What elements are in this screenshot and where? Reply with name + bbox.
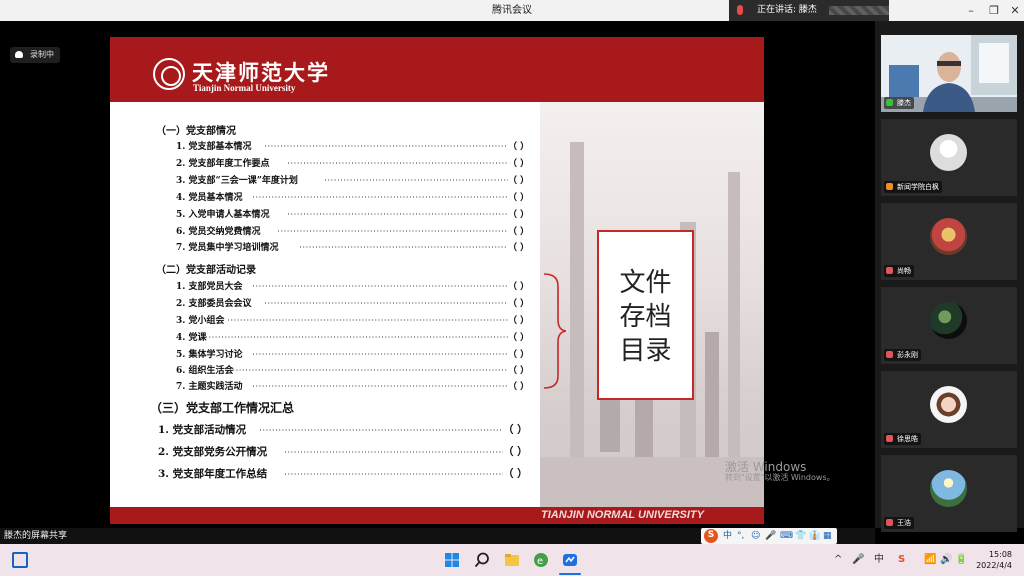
box-line: 文件: [619, 268, 672, 298]
participant-avatar: [930, 218, 967, 255]
clock-date: 2022/4/4: [976, 561, 1012, 570]
ime-toolbar[interactable]: S 中 °, ☺ 🎤 ⌨ 👕 👔 ▦: [701, 528, 837, 544]
page-parenthesis: （ ）: [508, 210, 530, 220]
mic-muted-icon: [886, 519, 893, 526]
participant-tile[interactable]: 彭永刚: [881, 287, 1017, 364]
participant-panel: 滕杰 新闻学院白枫 尚畅 彭永刚 徐思皓 王浩: [875, 21, 1024, 532]
start-icon[interactable]: [444, 552, 460, 568]
participant-avatar: [930, 134, 967, 171]
cloud-record-icon: [15, 51, 23, 58]
activation-watermark-text: 转到"设置"以激活 Windows。: [725, 473, 835, 482]
browser-icon[interactable]: e: [533, 552, 549, 568]
page-parenthesis: （ ）: [508, 243, 530, 253]
box-line: 存档: [619, 302, 672, 332]
mic-muted-icon: [886, 351, 893, 358]
curly-brace: [543, 273, 566, 389]
tray-sogou-icon[interactable]: S: [898, 554, 905, 566]
page-parenthesis: （ ）: [508, 299, 530, 309]
host-icon: [886, 183, 893, 190]
ime-punctuation-icon[interactable]: °,: [737, 530, 744, 542]
participant-tile[interactable]: 尚畅: [881, 203, 1017, 280]
archive-label-box: 文件 存档 目录: [597, 230, 694, 400]
page-parenthesis: （ ）: [503, 468, 528, 480]
participant-name: 彭永刚: [884, 349, 921, 361]
search-icon[interactable]: [474, 552, 490, 568]
participant-name: 徐思皓: [884, 433, 921, 445]
recording-label: 录制中: [30, 50, 54, 59]
tray-mic-icon[interactable]: 🎤: [852, 554, 864, 566]
svg-text:e: e: [537, 556, 543, 567]
page-parenthesis: （ ）: [508, 227, 530, 237]
page-parenthesis: （ ）: [503, 446, 528, 458]
sogou-logo-icon[interactable]: S: [704, 529, 718, 543]
footer-text: TIANJIN NORMAL UNIVERSITY: [541, 509, 704, 521]
ime-chinese-toggle[interactable]: 中: [723, 530, 732, 542]
page-parenthesis: （ ）: [508, 193, 530, 203]
restore-button[interactable]: ❐: [983, 0, 1005, 21]
participant-avatar: [930, 386, 967, 423]
mic-on-icon: [886, 99, 893, 106]
meeting-icon[interactable]: [562, 552, 578, 568]
participant-avatar: [930, 302, 967, 339]
speaking-volume-icon: [829, 6, 889, 15]
participant-tile[interactable]: 王浩: [881, 455, 1017, 532]
screen-share-label: 滕杰的屏幕共享: [4, 531, 68, 541]
page-parenthesis: （ ）: [508, 316, 530, 326]
participant-name: 王浩: [884, 517, 914, 529]
participant-name: 尚畅: [884, 265, 914, 277]
ime-menu-icon[interactable]: ▦: [823, 530, 832, 542]
mic-muted-icon: [886, 267, 893, 274]
participant-tile[interactable]: 徐思皓: [881, 371, 1017, 448]
page-parenthesis: （ ）: [508, 282, 530, 292]
participant-tile[interactable]: 滕杰: [881, 35, 1017, 112]
dot-leaders: [206, 145, 508, 475]
ime-skin-icon[interactable]: 👕: [795, 530, 806, 542]
minimize-button[interactable]: –: [960, 0, 982, 21]
file-explorer-icon[interactable]: [504, 552, 520, 568]
box-line: 目录: [619, 336, 672, 366]
mic-muted-icon: [886, 435, 893, 442]
page-parenthesis: （ ）: [508, 366, 530, 376]
taskbar: e ^ 🎤 中 S 📶 🔊 🔋 15:08 2022/4/4: [0, 544, 1024, 576]
tray-overflow-icon[interactable]: ^: [834, 554, 842, 566]
clock-time: 15:08: [988, 550, 1012, 559]
speaking-indicator: 正在讲话: 滕杰: [729, 0, 889, 21]
speaking-mic-icon: [737, 5, 743, 15]
page-parenthesis: （ ）: [508, 159, 530, 169]
wifi-icon[interactable]: 📶: [924, 554, 936, 566]
ime-voice-icon[interactable]: 🎤: [765, 530, 776, 542]
participant-name: 滕杰: [884, 97, 914, 109]
speaking-label: 正在讲话: 滕杰: [757, 5, 817, 15]
page-parenthesis: （ ）: [503, 424, 528, 436]
slide-footer: TIANJIN NORMAL UNIVERSITY: [110, 507, 764, 524]
volume-icon[interactable]: 🔊: [940, 554, 952, 566]
ime-emoji-icon[interactable]: ☺: [751, 530, 760, 542]
participant-avatar: [930, 470, 967, 507]
page-parenthesis: （ ）: [508, 350, 530, 360]
battery-icon[interactable]: 🔋: [955, 554, 967, 566]
presentation-slide: 天津师范大学 Tianjin Normal University （一）党支部情…: [110, 37, 764, 524]
close-button[interactable]: ✕: [1004, 0, 1024, 21]
page-parenthesis: （ ）: [508, 382, 530, 392]
task-view-icon[interactable]: [12, 552, 28, 568]
recording-badge[interactable]: 录制中: [10, 47, 60, 63]
active-app-indicator: [559, 573, 581, 575]
page-parenthesis: （ ）: [508, 176, 530, 186]
participant-name: 新闻学院白枫: [884, 181, 942, 193]
system-clock[interactable]: 15:08 2022/4/4: [976, 549, 1012, 571]
ime-keyboard-icon[interactable]: ⌨: [780, 530, 793, 542]
ime-tools-icon[interactable]: 👔: [809, 530, 820, 542]
page-parenthesis: （ ）: [508, 142, 530, 152]
tray-ime-icon[interactable]: 中: [874, 554, 884, 566]
participant-tile[interactable]: 新闻学院白枫: [881, 119, 1017, 196]
page-parenthesis: （ ）: [508, 333, 530, 343]
